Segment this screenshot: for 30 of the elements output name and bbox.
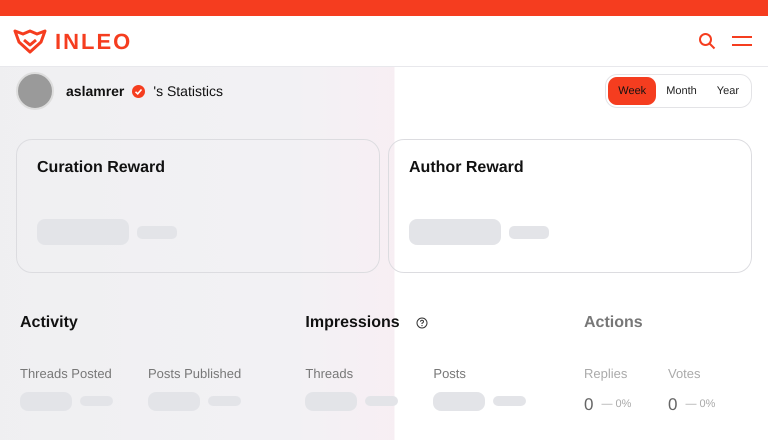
metric-label: Posts bbox=[433, 365, 467, 384]
period-tab[interactable]: Month bbox=[656, 76, 707, 106]
section-title: Activity bbox=[20, 313, 78, 332]
metric-change: — 0% bbox=[685, 397, 716, 412]
help-icon[interactable] bbox=[416, 316, 428, 329]
section-title: Impressions bbox=[305, 313, 400, 332]
section-title: Actions bbox=[584, 313, 643, 332]
search-icon[interactable] bbox=[698, 32, 716, 50]
metric-value: 0 bbox=[668, 394, 678, 416]
card-title: Curation Reward bbox=[37, 158, 166, 178]
metric-value: 0 bbox=[584, 394, 594, 416]
card-title: Author Reward bbox=[409, 158, 525, 178]
username[interactable]: aslamrer bbox=[66, 80, 124, 102]
loading-placeholder bbox=[365, 396, 398, 406]
metric-label: Posts Published bbox=[148, 365, 242, 384]
metric-label: Votes bbox=[668, 365, 702, 384]
avatar bbox=[16, 72, 54, 110]
logo-text[interactable]: INLEO bbox=[55, 24, 132, 58]
metric-label: Threads bbox=[305, 365, 354, 384]
lion-logo-icon bbox=[13, 28, 47, 54]
loading-placeholder bbox=[493, 396, 526, 406]
metric-change: — 0% bbox=[601, 397, 632, 412]
metric-label: Threads Posted bbox=[20, 365, 113, 384]
metric-label: Replies bbox=[584, 365, 628, 384]
loading-placeholder bbox=[509, 226, 549, 239]
period-tab[interactable]: Year bbox=[706, 76, 749, 106]
loading-placeholder bbox=[433, 392, 486, 411]
statistics-title: 's Statistics bbox=[153, 82, 223, 100]
menu-icon[interactable] bbox=[732, 35, 752, 47]
period-tab[interactable]: Week bbox=[608, 76, 656, 106]
